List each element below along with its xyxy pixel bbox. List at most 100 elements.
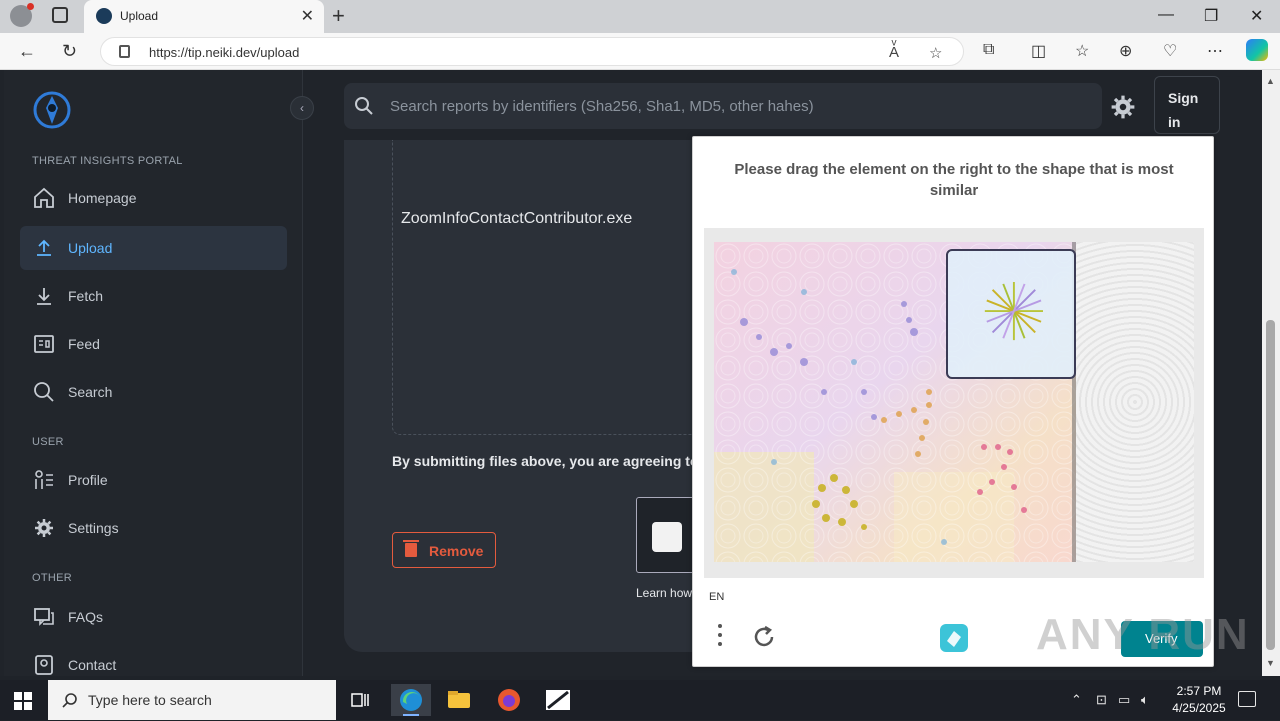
refresh-icon[interactable]: ↻ [62,41,77,62]
url-bar[interactable]: https://tip.neiki.dev/upload Aͮ ☆ [100,37,964,66]
captcha-refresh-icon[interactable] [751,624,777,650]
file-explorer-icon[interactable] [439,684,479,716]
back-arrow-icon[interactable]: ← [18,41,36,62]
sidebar-item-label: Profile [68,472,108,488]
hcaptcha-logo-icon [940,624,968,652]
tab-actions-icon[interactable] [52,7,68,23]
favorite-star-icon[interactable]: ☆ [929,44,942,62]
sidebar-item-fetch[interactable]: Fetch [20,274,287,318]
clock-time: 2:57 PM [1176,684,1222,698]
sign-in-label: Sign in [1168,90,1199,130]
upload-icon [37,239,51,256]
taskbar-search-placeholder: Type here to search [88,692,212,708]
sidebar-item-settings[interactable]: Settings [20,506,287,550]
captcha-drag-piece[interactable] [946,249,1076,379]
scroll-down-icon[interactable]: ▼ [1266,658,1275,668]
sidebar-item-feed[interactable]: Feed [20,322,287,366]
maximize-button[interactable]: ❐ [1204,6,1218,26]
collapse-sidebar-button[interactable]: ‹ [290,96,314,120]
sidebar-item-label: Search [68,384,113,400]
settings-gear-icon[interactable] [1110,94,1136,120]
portal-logo-icon [33,91,71,129]
scroll-thumb[interactable] [1266,320,1275,650]
tray-chevron-icon[interactable]: ⌃ [1071,692,1082,708]
profile-icon [35,470,53,489]
sign-in-button[interactable]: Sign in [1154,76,1220,134]
windows-start-icon[interactable] [14,692,32,710]
sidebar-item-label: Homepage [68,190,137,206]
app-taskbar-icon[interactable] [538,684,578,716]
scroll-up-icon[interactable]: ▲ [1266,76,1275,86]
sidebar-item-homepage[interactable]: Homepage [20,176,287,220]
captcha-puzzle-area [704,228,1204,578]
read-aloud-icon[interactable]: Aͮ [889,44,899,61]
profile-avatar-icon[interactable] [10,3,34,27]
tray-device-icon[interactable]: ⊡ [1096,692,1107,708]
notifications-icon[interactable] [1238,691,1256,707]
url-text[interactable]: https://tip.neiki.dev/upload [149,45,299,60]
anyrun-watermark: ANY RUN [1036,610,1250,659]
extensions-icon[interactable]: ⧉ [983,41,994,59]
fetch-icon [37,288,51,305]
search-icon [62,693,77,708]
contact-icon [35,655,53,675]
new-tab-icon[interactable]: + [332,3,345,29]
report-search-input[interactable] [390,83,1090,129]
site-favicon-icon [96,8,112,24]
sidebar-item-upload[interactable]: Upload [20,226,287,270]
terms-text: By submitting files above, you are agree… [392,453,699,469]
video-tutorial-box[interactable] [636,497,696,573]
file-dropzone[interactable] [392,140,732,435]
split-screen-icon[interactable]: ◫ [1031,41,1046,61]
report-search-bar[interactable] [344,83,1102,129]
sidebar-item-label: Fetch [68,288,104,304]
sidebar-item-faqs[interactable]: FAQs [20,595,287,639]
sidebar-item-profile[interactable]: Profile [20,458,287,502]
lock-icon[interactable] [119,45,130,58]
page: THREAT INSIGHTS PORTAL Homepage Upload F… [0,70,1262,676]
captcha-dialog: Please drag the element on the right to … [692,136,1214,667]
search-icon [34,382,54,402]
tab-close-icon[interactable]: ✕ [301,6,314,26]
copilot-icon[interactable] [1246,39,1268,61]
address-toolbar: ← ↻ https://tip.neiki.dev/upload Aͮ ☆ ⧉ … [0,33,1280,70]
sidebar-item-label: Upload [68,240,113,256]
browser-essentials-icon[interactable]: ♡ [1163,41,1177,61]
favorites-icon[interactable]: ☆ [1075,41,1089,61]
browser-tab[interactable]: Upload ✕ [84,0,324,33]
task-view-icon[interactable] [340,684,380,716]
sidebar-item-label: Feed [68,336,100,352]
upload-card: ZoomInfoContactContributor.exe By submit… [344,140,732,652]
search-icon [355,97,373,115]
trash-icon [403,540,419,557]
firefox-icon[interactable] [489,684,529,716]
page-scrollbar[interactable]: ▲ ▼ [1262,70,1280,676]
more-menu-icon[interactable]: ⋯ [1207,41,1223,61]
gear-icon [35,519,53,537]
section-label-portal: THREAT INSIGHTS PORTAL [32,155,183,167]
captcha-menu-icon[interactable] [717,623,723,647]
taskbar: Type here to search ⌃ ⊡ ▭ 🔈︎ 2:57 PM 4/2… [0,680,1280,720]
clock-date: 4/25/2025 [1172,701,1226,715]
section-label-user: USER [32,436,64,448]
close-window-button[interactable]: ✕ [1250,6,1263,26]
sidebar-item-search[interactable]: Search [20,370,287,414]
captcha-prompt: Please drag the element on the right to … [734,161,1174,199]
feed-icon [34,335,54,353]
edge-taskbar-icon[interactable] [391,684,431,716]
minimize-button[interactable]: — [1158,6,1174,24]
taskbar-clock[interactable]: 2:57 PM 4/25/2025 [1164,683,1234,717]
section-label-other: OTHER [32,572,72,584]
tab-title: Upload [120,9,159,23]
faq-icon [34,608,54,626]
captcha-language[interactable]: EN [709,591,724,603]
remove-button[interactable]: Remove [392,532,496,568]
taskbar-search[interactable]: Type here to search [48,680,336,720]
sidebar: THREAT INSIGHTS PORTAL Homepage Upload F… [4,70,303,676]
collections-icon[interactable]: ⊕ [1119,41,1132,61]
learn-how-link[interactable]: Learn how [636,586,692,600]
volume-icon[interactable]: 🔈︎ [1141,692,1149,708]
home-icon [34,187,54,208]
uploaded-filename: ZoomInfoContactContributor.exe [401,210,633,227]
network-icon[interactable]: ▭ [1118,692,1130,708]
